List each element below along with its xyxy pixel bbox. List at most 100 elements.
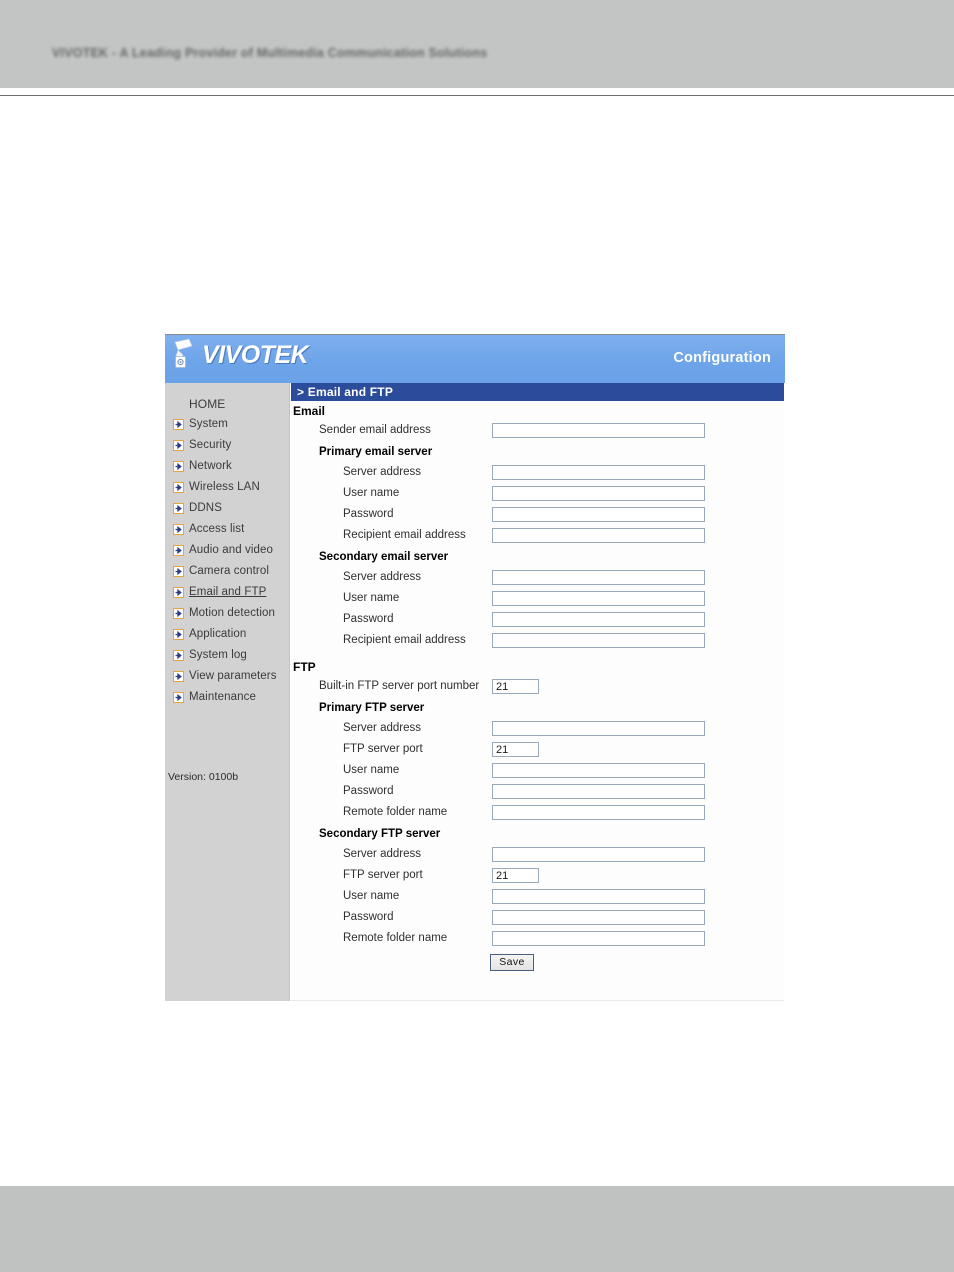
sidebar-item-access-list[interactable]: Access list <box>165 519 290 540</box>
field-row-primary-email-password: Password <box>291 504 784 525</box>
field-row-secondary-ftp-user-name: User name <box>291 886 784 907</box>
sidebar-item-ddns[interactable]: DDNS <box>165 498 290 519</box>
secondary-ftp-server-address-input[interactable] <box>492 847 705 862</box>
field-label: Server address <box>343 465 421 478</box>
sidebar-item-audio-and-video[interactable]: Audio and video <box>165 540 290 561</box>
field-row-primary-ftp-server-address: Server address <box>291 718 784 739</box>
primary-ftp-remote-folder-name-input[interactable] <box>492 805 705 820</box>
subsection-label: Primary FTP server <box>319 701 425 714</box>
sidebar-item-system-log[interactable]: System log <box>165 645 290 666</box>
brand-banner: VIVOTEK Configuration <box>165 334 785 383</box>
section-heading-email: Email <box>293 404 326 418</box>
sidebar-item-label: System log <box>189 648 247 661</box>
secondary-ftp-remote-folder-name-input[interactable] <box>492 931 705 946</box>
sidebar-item-network[interactable]: Network <box>165 456 290 477</box>
page-footer-band <box>0 1186 954 1272</box>
field-label: Recipient email address <box>343 633 466 646</box>
sidebar-item-maintenance[interactable]: Maintenance <box>165 687 290 708</box>
primary-email-server-address-input[interactable] <box>492 465 705 480</box>
settings-content: > Email and FTP Email Sender email addre… <box>291 383 784 1001</box>
field-row-primary-ftp-user-name: User name <box>291 760 784 781</box>
page-title: > Email and FTP <box>291 383 784 401</box>
arrow-right-icon <box>173 608 184 619</box>
field-label: FTP server port <box>343 868 423 881</box>
field-row-secondary-email-user-name: User name <box>291 588 784 609</box>
secondary-ftp-server-port-input[interactable] <box>492 868 539 883</box>
primary-ftp-server-address-input[interactable] <box>492 721 705 736</box>
sidebar-item-label: Camera control <box>189 564 270 577</box>
sender-email-address-input[interactable] <box>492 423 705 438</box>
secondary-email-server-address-input[interactable] <box>492 570 705 585</box>
primary-ftp-server-port-input[interactable] <box>492 742 539 757</box>
page-header-tagline: VIVOTEK - A Leading Provider of Multimed… <box>52 46 488 60</box>
primary-email-password-input[interactable] <box>492 507 705 522</box>
secondary-email-password-input[interactable] <box>492 612 705 627</box>
sidebar-item-system[interactable]: System <box>165 414 290 435</box>
sidebar-item-email-and-ftp[interactable]: Email and FTP <box>165 582 290 603</box>
sidebar-item-label: DDNS <box>189 501 222 514</box>
field-label: User name <box>343 591 400 604</box>
secondary-ftp-password-input[interactable] <box>492 910 705 925</box>
sidebar-divider <box>289 383 290 1001</box>
field-row-secondary-ftp-password: Password <box>291 907 784 928</box>
secondary-email-user-name-input[interactable] <box>492 591 705 606</box>
field-row-primary-ftp-remote-folder: Remote folder name <box>291 802 784 823</box>
save-row: Save <box>291 949 784 977</box>
page-header-band: VIVOTEK - A Leading Provider of Multimed… <box>0 0 954 88</box>
sidebar-item-label: Network <box>189 459 232 472</box>
field-label: Sender email address <box>319 423 431 436</box>
arrow-right-icon <box>173 587 184 598</box>
arrow-right-icon <box>173 503 184 514</box>
save-button[interactable]: Save <box>490 954 534 971</box>
sidebar-item-label: Audio and video <box>189 543 273 556</box>
field-label: User name <box>343 486 400 499</box>
field-label: Remote folder name <box>343 805 448 818</box>
sidebar-item-security[interactable]: Security <box>165 435 290 456</box>
field-row-builtin-ftp-port: Built-in FTP server port number <box>291 676 784 697</box>
content-bottom-rule <box>291 1000 784 1001</box>
secondary-ftp-user-name-input[interactable] <box>492 889 705 904</box>
arrow-right-icon <box>173 419 184 430</box>
field-label: User name <box>343 889 400 902</box>
field-label: Server address <box>343 847 421 860</box>
arrow-right-icon <box>173 545 184 556</box>
subsection-label: Secondary FTP server <box>319 827 441 840</box>
vivotek-logo: VIVOTEK <box>172 338 309 372</box>
subsection-label: Primary email server <box>319 445 433 458</box>
field-label: Remote folder name <box>343 931 448 944</box>
firmware-version-text: Version: 0100b <box>168 771 239 783</box>
field-row-primary-ftp-server-port: FTP server port <box>291 739 784 760</box>
builtin-ftp-server-port-input[interactable] <box>492 679 539 694</box>
field-row-primary-email-recipient: Recipient email address <box>291 525 784 546</box>
field-row-primary-ftp-password: Password <box>291 781 784 802</box>
field-label: Server address <box>343 570 421 583</box>
sidebar-item-application[interactable]: Application <box>165 624 290 645</box>
secondary-email-recipient-address-input[interactable] <box>492 633 705 648</box>
field-label: Password <box>343 910 394 923</box>
primary-email-user-name-input[interactable] <box>492 486 705 501</box>
sidebar-item-home[interactable]: HOME <box>165 393 290 414</box>
field-row-sender-email-address: Sender email address <box>291 420 784 441</box>
subsection-heading-secondary-ftp-server: Secondary FTP server <box>291 823 784 844</box>
brand-wordmark: VIVOTEK <box>202 340 309 369</box>
sidebar-item-wireless-lan[interactable]: Wireless LAN <box>165 477 290 498</box>
sidebar-item-label: View parameters <box>189 669 277 682</box>
field-label: FTP server port <box>343 742 423 755</box>
sidebar-nav: HOME System Security Network Wireless LA… <box>165 383 291 1001</box>
primary-email-recipient-address-input[interactable] <box>492 528 705 543</box>
subsection-heading-primary-ftp-server: Primary FTP server <box>291 697 784 718</box>
field-row-secondary-ftp-server-address: Server address <box>291 844 784 865</box>
field-row-secondary-ftp-server-port: FTP server port <box>291 865 784 886</box>
sidebar-item-motion-detection[interactable]: Motion detection <box>165 603 290 624</box>
arrow-right-icon <box>173 566 184 577</box>
camera-config-window: VIVOTEK Configuration HOME System Securi… <box>165 334 785 1001</box>
primary-ftp-user-name-input[interactable] <box>492 763 705 778</box>
arrow-right-icon <box>173 461 184 472</box>
sidebar-item-view-parameters[interactable]: View parameters <box>165 666 290 687</box>
subsection-label: Secondary email server <box>319 550 449 563</box>
field-label: Password <box>343 612 394 625</box>
primary-ftp-password-input[interactable] <box>492 784 705 799</box>
field-row-secondary-email-server-address: Server address <box>291 567 784 588</box>
sidebar-item-camera-control[interactable]: Camera control <box>165 561 290 582</box>
arrow-right-icon <box>173 671 184 682</box>
